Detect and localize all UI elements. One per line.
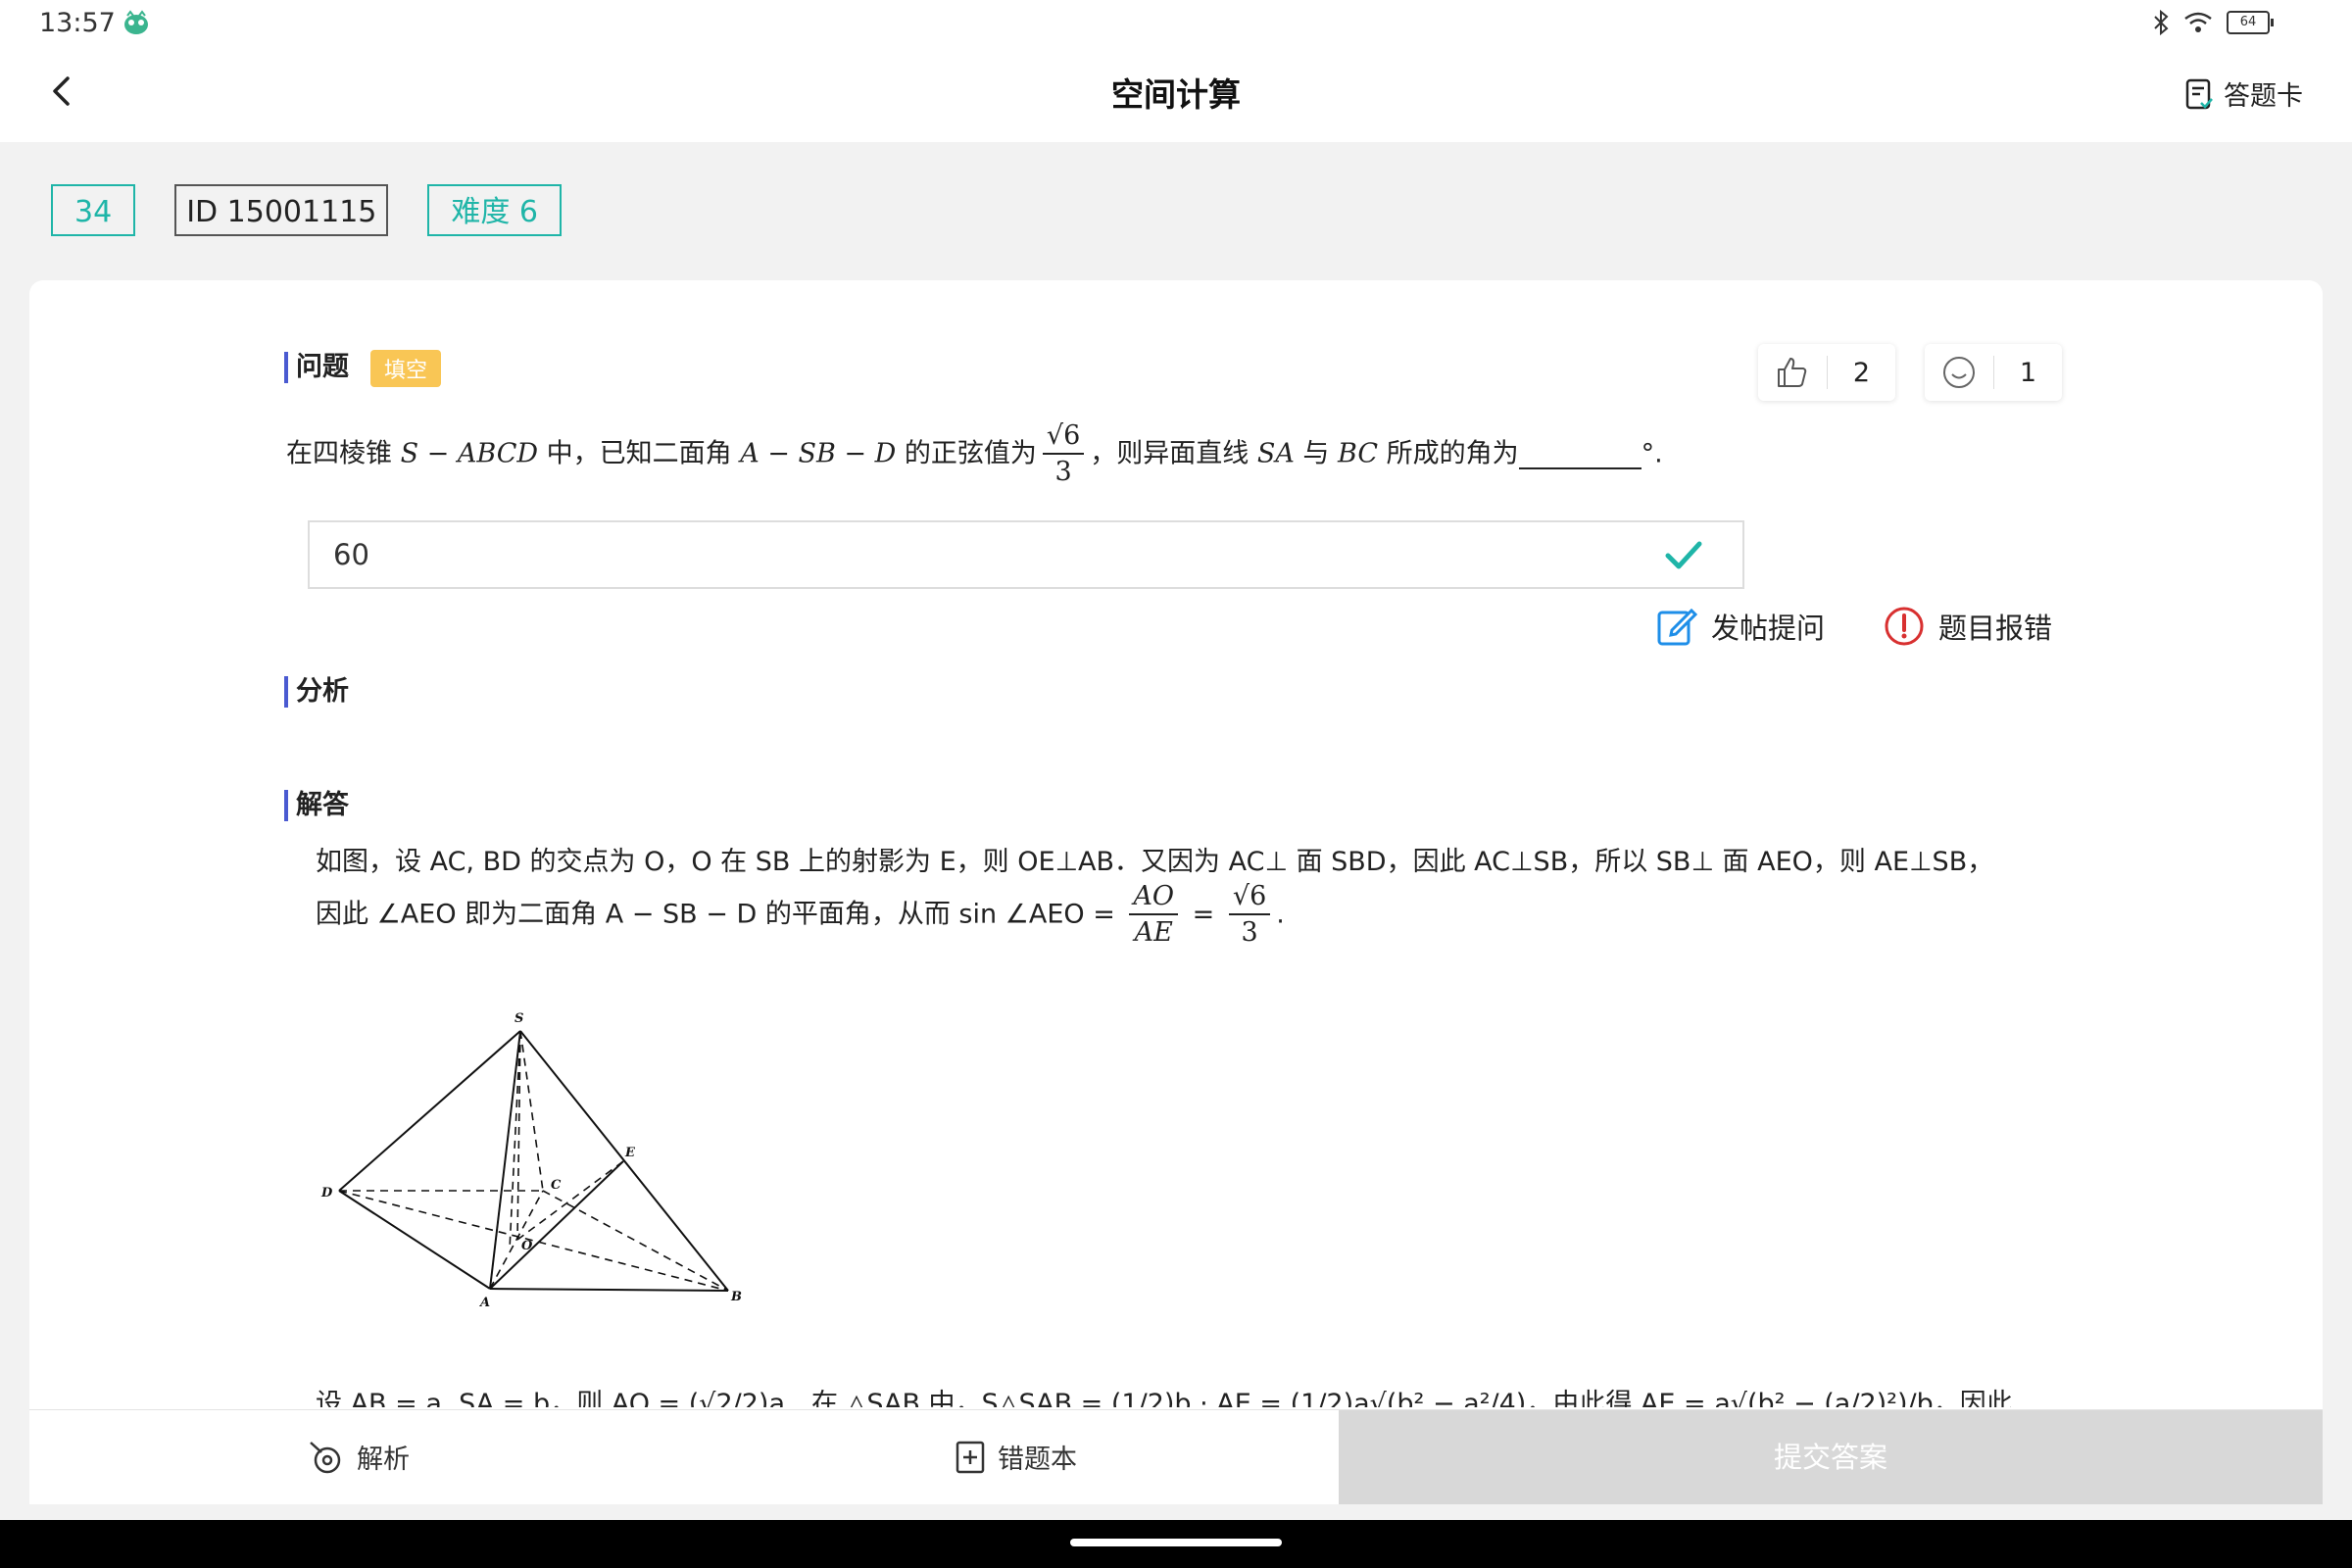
analysis-heading: 分析 — [284, 676, 349, 708]
correct-check-icon — [1665, 541, 1702, 569]
reaction-count: 1 — [2019, 357, 2037, 388]
answer-card-label: 答题卡 — [2224, 81, 2303, 112]
report-error-button[interactable]: 题目报错 — [1884, 606, 2052, 647]
fill-blank-badge: 填空 — [370, 350, 442, 387]
status-time: 13:57 — [39, 8, 116, 38]
answer-card-button[interactable]: 答题卡 — [2184, 74, 2303, 113]
home-gesture-bar[interactable] — [1070, 1539, 1282, 1546]
reaction-button[interactable]: 1 — [1925, 344, 2062, 401]
solution-heading: 解答 — [284, 790, 349, 821]
like-count: 2 — [1852, 357, 1871, 388]
status-icons: 64 — [2152, 10, 2274, 35]
add-bookmark-icon — [956, 1441, 985, 1473]
question-fraction: √6 3 — [1042, 419, 1085, 490]
pyramid-figure: S E D C O A B — [320, 1011, 742, 1310]
question-tags: 34 ID 15001115 难度 6 — [51, 184, 562, 236]
battery-icon: 64 — [2227, 11, 2274, 34]
vertex-label-d: D — [320, 1186, 333, 1200]
bottom-bar: 解析 错题本 提交答案 — [29, 1409, 2323, 1504]
vertex-label-c: C — [551, 1178, 562, 1193]
battery-level: 64 — [2227, 11, 2270, 34]
top-bar: 空间计算 答题卡 — [0, 49, 2352, 142]
edit-icon — [1657, 608, 1697, 646]
page-title: 空间计算 — [1111, 75, 1241, 114]
thumbs-up-icon — [1778, 358, 1807, 387]
answer-value: 60 — [333, 538, 369, 571]
wifi-icon — [2184, 12, 2212, 32]
vertex-label-e: E — [624, 1146, 636, 1160]
app-notification-icon — [122, 10, 151, 39]
smiley-icon — [1943, 357, 1975, 388]
navigation-bar — [0, 1520, 2352, 1568]
alert-icon — [1885, 607, 1924, 646]
vertex-label-b: B — [730, 1290, 742, 1304]
question-text: 在四棱锥 S − ABCD 中，已知二面角 A − SB − D 的正弦值为 √6… — [286, 419, 1663, 490]
solution-line-2: 因此 ∠AEO 即为二面角 A − SB − D 的平面角，从而 sin ∠AE… — [316, 881, 1285, 948]
question-id-tag: ID 15001115 — [174, 184, 389, 236]
wrong-book-button[interactable]: 错题本 — [955, 1438, 1077, 1476]
analysis-tab-button[interactable]: 解析 — [308, 1438, 410, 1476]
answer-blank — [1518, 440, 1642, 469]
post-question-button[interactable]: 发帖提问 — [1656, 606, 1825, 647]
analysis-icon — [310, 1441, 341, 1473]
bluetooth-icon — [2154, 10, 2169, 35]
question-heading: 问题 — [284, 352, 349, 383]
solution-line-3: 设 AB = a, SA = b，则 AO = (√2/2)a．在 △SAB 中… — [316, 1389, 2013, 1407]
answer-input[interactable]: 60 — [308, 520, 1744, 589]
answer-sheet-icon — [2185, 78, 2213, 109]
solution-line-1: 如图，设 AC, BD 的交点为 O，O 在 SB 上的射影为 E，则 OE⊥A… — [316, 847, 1994, 877]
submit-answer-button[interactable]: 提交答案 — [1339, 1410, 2323, 1504]
like-button[interactable]: 2 — [1758, 344, 1895, 401]
question-number-tag: 34 — [51, 184, 136, 236]
vertex-label-a: A — [478, 1296, 490, 1310]
difficulty-tag: 难度 6 — [427, 184, 562, 236]
status-bar: 13:57 64 — [0, 0, 2352, 49]
vertex-label-s: S — [514, 1011, 523, 1026]
vertex-label-o: O — [521, 1239, 533, 1253]
